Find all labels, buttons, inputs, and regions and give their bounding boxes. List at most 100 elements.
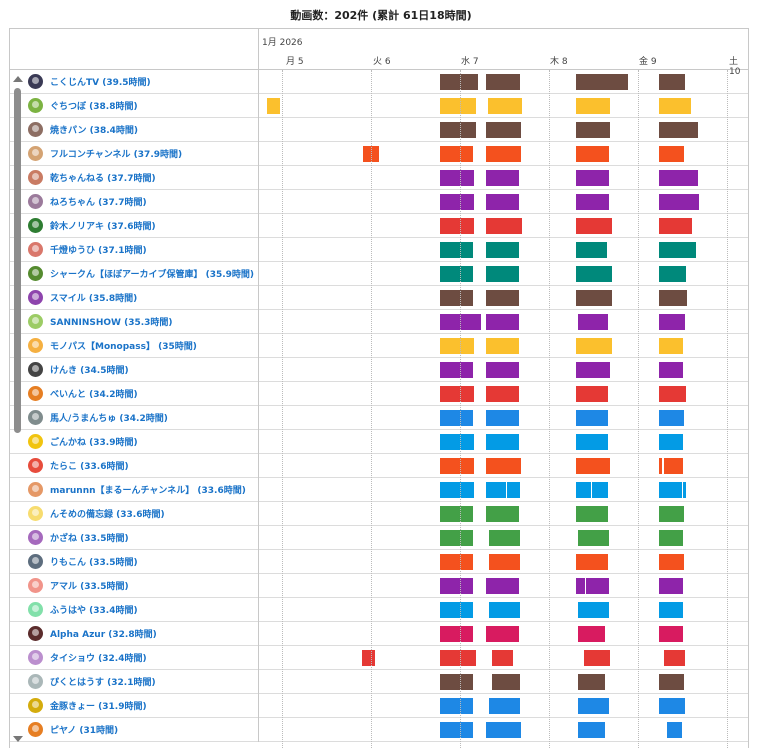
video-bar[interactable]	[440, 698, 474, 714]
video-bar[interactable]	[492, 650, 513, 666]
channel-name-link[interactable]: ねろちゃん (37.7時間)	[50, 195, 147, 208]
video-bar[interactable]	[440, 458, 475, 474]
scrollbar-thumb[interactable]	[14, 88, 21, 433]
video-bar[interactable]	[575, 146, 609, 162]
video-bar[interactable]	[440, 338, 475, 354]
video-bar[interactable]	[578, 674, 606, 690]
video-bar[interactable]	[575, 482, 591, 498]
video-bar[interactable]	[577, 626, 606, 642]
channel-name-link[interactable]: ふうはや (33.4時間)	[50, 603, 138, 616]
video-bar[interactable]	[485, 314, 519, 330]
video-bar[interactable]	[578, 530, 609, 546]
video-bar[interactable]	[658, 122, 698, 138]
channel-name-link[interactable]: りもこん (33.5時間)	[50, 555, 138, 568]
video-bar[interactable]	[440, 362, 474, 378]
video-bar[interactable]	[485, 74, 520, 90]
video-bar[interactable]	[658, 506, 685, 522]
video-bar[interactable]	[362, 650, 376, 666]
video-bar[interactable]	[440, 506, 474, 522]
channel-name-link[interactable]: モノパス【Monopass】 (35時間)	[50, 339, 197, 352]
video-bar[interactable]	[485, 338, 519, 354]
video-bar[interactable]	[440, 98, 477, 114]
vertical-scrollbar[interactable]	[11, 70, 25, 748]
video-bar[interactable]	[440, 290, 474, 306]
video-bar[interactable]	[440, 602, 474, 618]
video-bar[interactable]	[440, 674, 474, 690]
video-bar[interactable]	[485, 122, 522, 138]
video-bar[interactable]	[575, 122, 611, 138]
video-bar[interactable]	[658, 218, 693, 234]
video-bar[interactable]	[440, 650, 477, 666]
video-bar[interactable]	[440, 218, 475, 234]
channel-name-link[interactable]: ピヤノ (31時間)	[50, 723, 118, 736]
video-bar[interactable]	[658, 194, 700, 210]
video-bar[interactable]	[585, 578, 609, 594]
video-bar[interactable]	[485, 194, 519, 210]
video-bar[interactable]	[440, 722, 474, 738]
video-bar[interactable]	[487, 98, 523, 114]
video-bar[interactable]	[658, 290, 687, 306]
video-bar[interactable]	[507, 482, 520, 498]
video-bar[interactable]	[440, 482, 475, 498]
channel-name-link[interactable]: ぐちつぼ (38.8時間)	[50, 99, 138, 112]
channel-name-link[interactable]: marunnn【まるーんチャンネル】 (33.6時間)	[50, 483, 246, 496]
video-bar[interactable]	[575, 290, 613, 306]
video-bar[interactable]	[575, 242, 607, 258]
video-bar[interactable]	[440, 170, 475, 186]
video-bar[interactable]	[575, 458, 611, 474]
video-bar[interactable]	[578, 314, 608, 330]
video-bar[interactable]	[489, 698, 520, 714]
channel-name-link[interactable]: 馬人/うまんちゅ (34.2時間)	[50, 411, 168, 424]
video-bar[interactable]	[658, 626, 683, 642]
video-bar[interactable]	[575, 386, 608, 402]
video-bar[interactable]	[658, 98, 691, 114]
video-bar[interactable]	[658, 434, 684, 450]
video-bar[interactable]	[578, 698, 609, 714]
video-bar[interactable]	[575, 194, 609, 210]
video-bar[interactable]	[658, 74, 686, 90]
video-bar[interactable]	[440, 122, 477, 138]
video-bar[interactable]	[485, 506, 519, 522]
video-bar[interactable]	[575, 578, 585, 594]
video-bar[interactable]	[658, 458, 663, 474]
video-bar[interactable]	[658, 482, 682, 498]
video-bar[interactable]	[485, 290, 519, 306]
video-bar[interactable]	[485, 482, 507, 498]
video-bar[interactable]	[488, 554, 520, 570]
video-bar[interactable]	[658, 674, 685, 690]
video-bar[interactable]	[440, 146, 474, 162]
video-bar[interactable]	[485, 626, 519, 642]
scroll-down-arrow-icon[interactable]	[13, 736, 23, 742]
channel-name-link[interactable]: 焼きパン (38.4時間)	[50, 123, 138, 136]
channel-name-link[interactable]: シャークん【ほぼアーカイブ保管庫】 (35.9時間)	[50, 267, 254, 280]
video-bar[interactable]	[575, 506, 608, 522]
video-bar[interactable]	[440, 386, 475, 402]
channel-name-link[interactable]: フルコンチャンネル (37.9時間)	[50, 147, 182, 160]
video-bar[interactable]	[440, 194, 475, 210]
video-bar[interactable]	[591, 482, 608, 498]
channel-name-link[interactable]: べいんと (34.2時間)	[50, 387, 138, 400]
video-bar[interactable]	[575, 338, 613, 354]
video-bar[interactable]	[658, 554, 685, 570]
video-bar[interactable]	[440, 530, 474, 546]
video-bar[interactable]	[575, 170, 609, 186]
video-bar[interactable]	[658, 578, 684, 594]
video-bar[interactable]	[663, 650, 686, 666]
channel-name-link[interactable]: かざね (33.5時間)	[50, 531, 129, 544]
video-bar[interactable]	[658, 338, 684, 354]
video-bar[interactable]	[583, 650, 610, 666]
video-bar[interactable]	[440, 410, 474, 426]
video-bar[interactable]	[485, 386, 519, 402]
video-bar[interactable]	[575, 410, 608, 426]
video-bar[interactable]	[440, 578, 474, 594]
video-bar[interactable]	[485, 578, 519, 594]
channel-name-link[interactable]: ごんかね (33.9時間)	[50, 435, 138, 448]
video-bar[interactable]	[485, 242, 519, 258]
video-bar[interactable]	[578, 602, 609, 618]
video-bar[interactable]	[440, 626, 474, 642]
video-bar[interactable]	[575, 266, 613, 282]
channel-name-link[interactable]: 金豚きょー (31.9時間)	[50, 699, 147, 712]
video-bar[interactable]	[485, 362, 519, 378]
channel-name-link[interactable]: 鈴木ノリアキ (37.6時間)	[50, 219, 156, 232]
video-bar[interactable]	[575, 74, 629, 90]
